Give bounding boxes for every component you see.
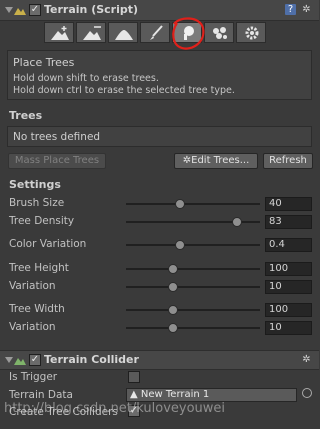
slider-track[interactable] (126, 309, 260, 311)
slider-thumb[interactable] (168, 323, 178, 333)
object-picker-icon[interactable] (302, 388, 312, 398)
tool-smooth-height[interactable] (108, 22, 138, 43)
setting-label: Brush Size (9, 197, 65, 209)
slider-thumb[interactable] (232, 217, 242, 227)
setting-value-field[interactable]: 0.4 (265, 238, 312, 252)
terrain-data-field[interactable]: ▲ New Terrain 1 (126, 388, 297, 402)
settings-section-label: Settings (9, 178, 61, 191)
edit-trees-label: Edit Trees... (191, 155, 250, 166)
tool-paint-texture[interactable] (140, 22, 170, 43)
terrain-component-icon (14, 8, 26, 15)
terrain-data-label: Terrain Data (9, 389, 73, 401)
slider-thumb[interactable] (175, 240, 185, 250)
terrain-collider-title: Terrain Collider (44, 353, 139, 366)
terrain-data-value: New Terrain 1 (140, 389, 210, 400)
terrain-collider-icon (14, 358, 26, 365)
mountain-paint-icon (83, 26, 101, 40)
terrain-collider-header[interactable]: ✓ Terrain Collider ✲ (0, 350, 319, 370)
is-trigger-checkbox[interactable] (128, 371, 140, 383)
setting-label: Tree Width (9, 303, 65, 315)
tool-paint-details[interactable] (204, 22, 234, 43)
mountain-up-icon (51, 26, 69, 40)
terrain-component-title: Terrain (Script) (44, 3, 139, 16)
no-trees-text: No trees defined (13, 131, 101, 143)
setting-label: Variation (9, 321, 56, 333)
help-book-icon[interactable]: ? (285, 4, 296, 15)
collider-enabled-checkbox[interactable]: ✓ (29, 354, 41, 366)
info-line-ctrl: Hold down ctrl to erase the selected tre… (13, 85, 235, 96)
trees-list[interactable]: No trees defined (7, 126, 312, 147)
flower-icon (213, 27, 227, 39)
terrain-enabled-checkbox[interactable]: ✓ (29, 4, 41, 16)
gear-icon[interactable]: ✲ (301, 354, 312, 365)
mountain-smooth-icon (115, 30, 133, 40)
setting-label: Tree Density (9, 215, 75, 227)
setting-value-field[interactable]: 10 (265, 280, 312, 294)
highlight-circle-annotation (172, 17, 205, 50)
setting-label: Tree Height (9, 262, 69, 274)
setting-value-field[interactable]: 100 (265, 262, 312, 276)
slider-track[interactable] (126, 286, 260, 288)
gear-icon (245, 26, 259, 40)
slider-thumb[interactable] (168, 282, 178, 292)
terrain-asset-icon: ▲ (130, 389, 138, 400)
terrain-toolbar (44, 22, 266, 44)
fold-arrow-icon[interactable] (5, 357, 13, 363)
gear-icon: ✲ (182, 155, 192, 166)
edit-trees-button[interactable]: ✲Edit Trees... (174, 153, 258, 169)
slider-track[interactable] (126, 244, 260, 246)
brush-icon (150, 25, 163, 40)
slider-thumb[interactable] (175, 199, 185, 209)
refresh-button[interactable]: Refresh (263, 153, 313, 169)
setting-value-field[interactable]: 10 (265, 321, 312, 335)
tool-paint-height[interactable] (76, 22, 106, 43)
terrain-component-header[interactable]: ✓ Terrain (Script) ? ✲ (0, 0, 319, 21)
slider-thumb[interactable] (168, 305, 178, 315)
tool-terrain-settings[interactable] (236, 22, 266, 43)
info-title: Place Trees (13, 56, 75, 69)
gear-icon[interactable]: ✲ (301, 4, 312, 15)
setting-label: Color Variation (9, 238, 87, 250)
setting-value-field[interactable]: 40 (265, 197, 312, 211)
setting-value-field[interactable]: 83 (265, 215, 312, 229)
place-trees-info-box: Place Trees Hold down shift to erase tre… (7, 50, 312, 100)
setting-value-field[interactable]: 100 (265, 303, 312, 317)
slider-thumb[interactable] (168, 264, 178, 274)
info-line-shift: Hold down shift to erase trees. (13, 73, 159, 84)
tool-raise-lower-terrain[interactable] (44, 22, 74, 43)
setting-label: Variation (9, 280, 56, 292)
mass-place-trees-button[interactable]: Mass Place Trees (8, 153, 106, 169)
trees-section-label: Trees (9, 109, 43, 122)
is-trigger-label: Is Trigger (9, 371, 58, 383)
slider-track[interactable] (126, 327, 260, 329)
fold-arrow-icon[interactable] (5, 7, 13, 13)
slider-track[interactable] (126, 203, 260, 205)
slider-track[interactable] (126, 268, 260, 270)
watermark-text: http://blog.csdn.net/kuloveyouwei (4, 401, 226, 416)
